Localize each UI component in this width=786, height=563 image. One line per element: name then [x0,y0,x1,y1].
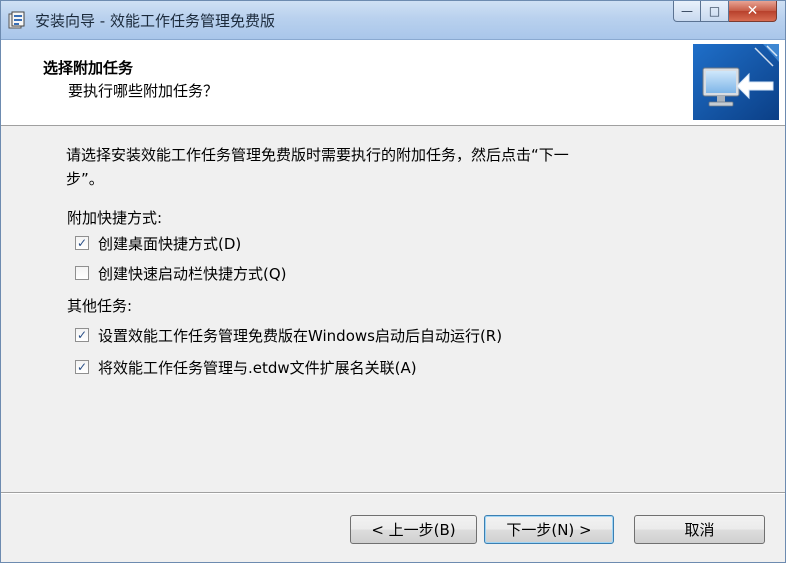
task-desktop-shortcut[interactable]: ✓ 创建桌面快捷方式(D) [75,232,241,254]
window-controls: — □ ✕ [673,1,777,27]
computer-monitor-arrow-icon [693,44,779,120]
task-label: 创建快速启动栏快捷方式(Q) [98,264,287,283]
close-button[interactable]: ✕ [729,1,777,22]
next-button[interactable]: 下一步(N) > [484,515,614,544]
task-autorun[interactable]: ✓ 设置效能工作任务管理免费版在Windows启动后自动运行(R) [75,324,502,346]
task-quicklaunch-shortcut[interactable]: 创建快速启动栏快捷方式(Q) [75,262,287,284]
page-subtitle: 要执行哪些附加任务？ [68,82,219,100]
task-label: 将效能工作任务管理与.etdw文件扩展名关联(A) [98,358,417,377]
checkbox-autorun[interactable]: ✓ [75,328,89,342]
installer-app-icon [8,11,25,29]
group-label-other: 其他任务: [67,297,133,315]
wizard-content: 请选择安装效能工作任务管理免费版时需要执行的附加任务，然后点击“下一 步”。 附… [1,127,785,491]
group-label-shortcuts: 附加快捷方式: [67,209,163,227]
checkbox-quicklaunch-shortcut[interactable] [75,266,89,280]
footer-divider [1,492,785,494]
maximize-button[interactable]: □ [701,1,729,22]
wizard-header: 选择附加任务 要执行哪些附加任务？ [1,40,785,126]
instructions-text: 请选择安装效能工作任务管理免费版时需要执行的附加任务，然后点击“下一 步”。 [66,143,726,191]
window-title: 安装向导 - 效能工作任务管理免费版 [35,12,275,30]
checkbox-file-association[interactable]: ✓ [75,360,89,374]
installer-window: 安装向导 - 效能工作任务管理免费版 — □ ✕ 选择附加任务 要执行哪些附加任… [0,0,786,563]
title-bar[interactable]: 安装向导 - 效能工作任务管理免费版 — □ ✕ [1,1,785,40]
task-label: 设置效能工作任务管理免费版在Windows启动后自动运行(R) [98,326,503,345]
checkbox-desktop-shortcut[interactable]: ✓ [75,236,89,250]
back-button[interactable]: < 上一步(B) [350,515,477,544]
instructions-line-2: 步”。 [66,170,104,188]
cancel-button[interactable]: 取消 [634,515,765,544]
instructions-line-1: 请选择安装效能工作任务管理免费版时需要执行的附加任务，然后点击“下一 [66,146,569,164]
task-file-association[interactable]: ✓ 将效能工作任务管理与.etdw文件扩展名关联(A) [75,356,417,378]
page-title: 选择附加任务 [43,59,134,77]
task-label: 创建桌面快捷方式(D) [98,234,242,253]
minimize-button[interactable]: — [673,1,701,22]
